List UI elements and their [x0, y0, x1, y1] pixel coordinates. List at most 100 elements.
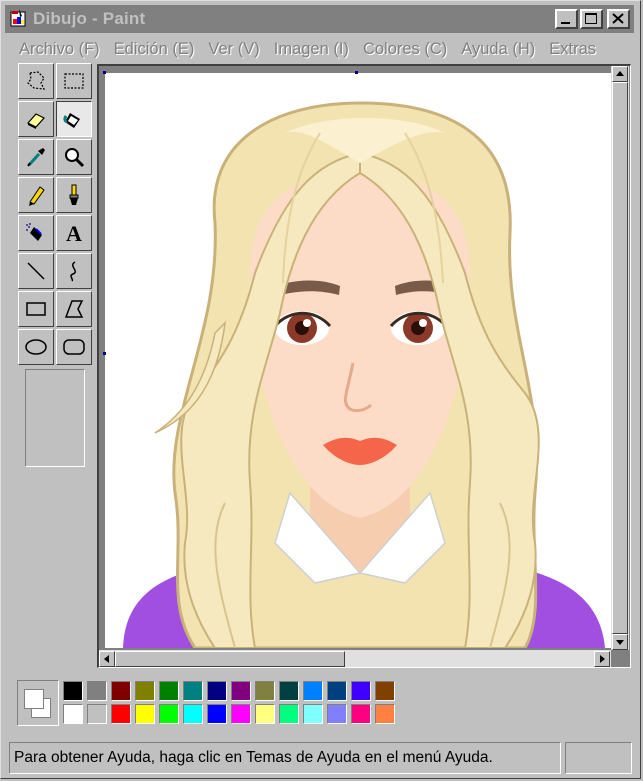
color-swatch[interactable] [279, 681, 299, 701]
vertical-scroll-thumb[interactable] [612, 82, 628, 634]
color-swatch[interactable] [255, 704, 275, 724]
color-swatch[interactable] [87, 681, 107, 701]
airbrush-icon [26, 223, 42, 241]
paint-app-icon[interactable] [9, 9, 29, 29]
color-swatch[interactable] [351, 681, 371, 701]
color-swatch[interactable] [159, 704, 179, 724]
rounded-rect-icon [63, 339, 85, 355]
polygon-icon [64, 300, 84, 318]
menu-bar: Archivo (F) Edición (E) Ver (V) Imagen (… [5, 37, 634, 61]
tool-rect-select[interactable] [56, 63, 92, 99]
color-palette [11, 674, 631, 732]
foreground-color-box [24, 689, 44, 709]
ellipse-icon [25, 339, 47, 355]
resize-handle-tl[interactable] [103, 71, 106, 74]
horizontal-scroll-thumb[interactable] [115, 651, 345, 667]
color-swatch[interactable] [231, 681, 251, 701]
tool-polygon[interactable] [56, 291, 92, 327]
color-swatch[interactable] [351, 704, 371, 724]
title-bar[interactable]: Dibujo - Paint [5, 5, 634, 33]
color-swatch[interactable] [255, 681, 275, 701]
tool-rectangle[interactable] [18, 291, 54, 327]
color-swatch[interactable] [135, 704, 155, 724]
menu-archivo[interactable]: Archivo (F) [5, 40, 107, 59]
color-swatch[interactable] [207, 681, 227, 701]
color-swatch[interactable] [159, 681, 179, 701]
resize-handle-tm[interactable] [355, 71, 358, 74]
tool-text[interactable]: A [56, 215, 92, 251]
color-swatch[interactable] [183, 704, 203, 724]
color-swatch[interactable] [135, 681, 155, 701]
brush-icon [69, 184, 79, 205]
rect-select-icon [64, 73, 84, 89]
menu-imagen[interactable]: Imagen (I) [267, 40, 356, 59]
svg-text:A: A [66, 221, 82, 245]
free-select-icon [27, 71, 46, 90]
minimize-icon [561, 22, 570, 24]
scroll-down-button[interactable] [612, 634, 628, 650]
tool-eraser[interactable] [18, 101, 54, 137]
menu-colores[interactable]: Colores (C) [356, 40, 454, 59]
color-swatch[interactable] [231, 704, 251, 724]
scroll-right-button[interactable] [594, 651, 610, 667]
color-swatch[interactable] [111, 704, 131, 724]
line-icon [27, 262, 45, 280]
color-swatch[interactable] [303, 704, 323, 724]
tool-eyedropper[interactable] [18, 139, 54, 175]
menu-extras[interactable]: Extras [542, 40, 603, 59]
maximize-icon [585, 13, 597, 24]
color-swatch[interactable] [111, 681, 131, 701]
eraser-icon [27, 113, 45, 129]
color-swatch[interactable] [279, 704, 299, 724]
curve-icon [70, 261, 77, 282]
color-swatch[interactable] [303, 681, 323, 701]
vertical-scrollbar[interactable] [611, 66, 629, 650]
color-swatch[interactable] [63, 681, 83, 701]
close-icon [612, 13, 624, 24]
scroll-left-button[interactable] [99, 651, 115, 667]
color-swatch[interactable] [375, 704, 395, 724]
color-swatch[interactable] [183, 681, 203, 701]
toolbox: A [16, 63, 94, 365]
arrow-down-icon [616, 640, 624, 645]
tool-curve[interactable] [56, 253, 92, 289]
minimize-button[interactable] [555, 9, 578, 29]
drawing-canvas[interactable] [105, 73, 612, 648]
window-title: Dibujo - Paint [33, 9, 146, 28]
eyedropper-icon [27, 148, 45, 167]
tool-magnifier[interactable] [56, 139, 92, 175]
arrow-up-icon [616, 71, 624, 76]
status-bar-coords [565, 742, 632, 774]
fill-bucket-icon [63, 113, 80, 128]
color-swatch[interactable] [87, 704, 107, 724]
resize-handle-ml[interactable] [103, 352, 106, 355]
color-swatch[interactable] [375, 681, 395, 701]
menu-edicion[interactable]: Edición (E) [107, 40, 202, 59]
tool-pencil[interactable] [18, 177, 54, 213]
menu-ver[interactable]: Ver (V) [201, 40, 266, 59]
maximize-button[interactable] [580, 9, 603, 29]
canvas-area [97, 64, 631, 668]
arrow-left-icon [104, 655, 109, 663]
scroll-up-button[interactable] [612, 66, 628, 82]
tool-ellipse[interactable] [18, 329, 54, 365]
text-icon: A [66, 221, 82, 245]
horizontal-scrollbar[interactable] [99, 650, 611, 667]
color-swatch[interactable] [327, 681, 347, 701]
tool-fill[interactable] [56, 101, 92, 137]
color-swatch[interactable] [63, 704, 83, 724]
color-swatch[interactable] [327, 704, 347, 724]
rectangle-icon [26, 302, 46, 316]
close-button[interactable] [607, 9, 630, 29]
tool-options-panel[interactable] [25, 369, 85, 467]
color-swatch[interactable] [207, 704, 227, 724]
tool-free-select[interactable] [18, 63, 54, 99]
current-colors[interactable] [17, 680, 59, 726]
menu-ayuda[interactable]: Ayuda (H) [454, 40, 542, 59]
tool-line[interactable] [18, 253, 54, 289]
status-bar: Para obtener Ayuda, haga clic en Temas d… [9, 742, 561, 774]
tool-airbrush[interactable] [18, 215, 54, 251]
pencil-icon [29, 186, 45, 206]
tool-rounded-rect[interactable] [56, 329, 92, 365]
tool-brush[interactable] [56, 177, 92, 213]
